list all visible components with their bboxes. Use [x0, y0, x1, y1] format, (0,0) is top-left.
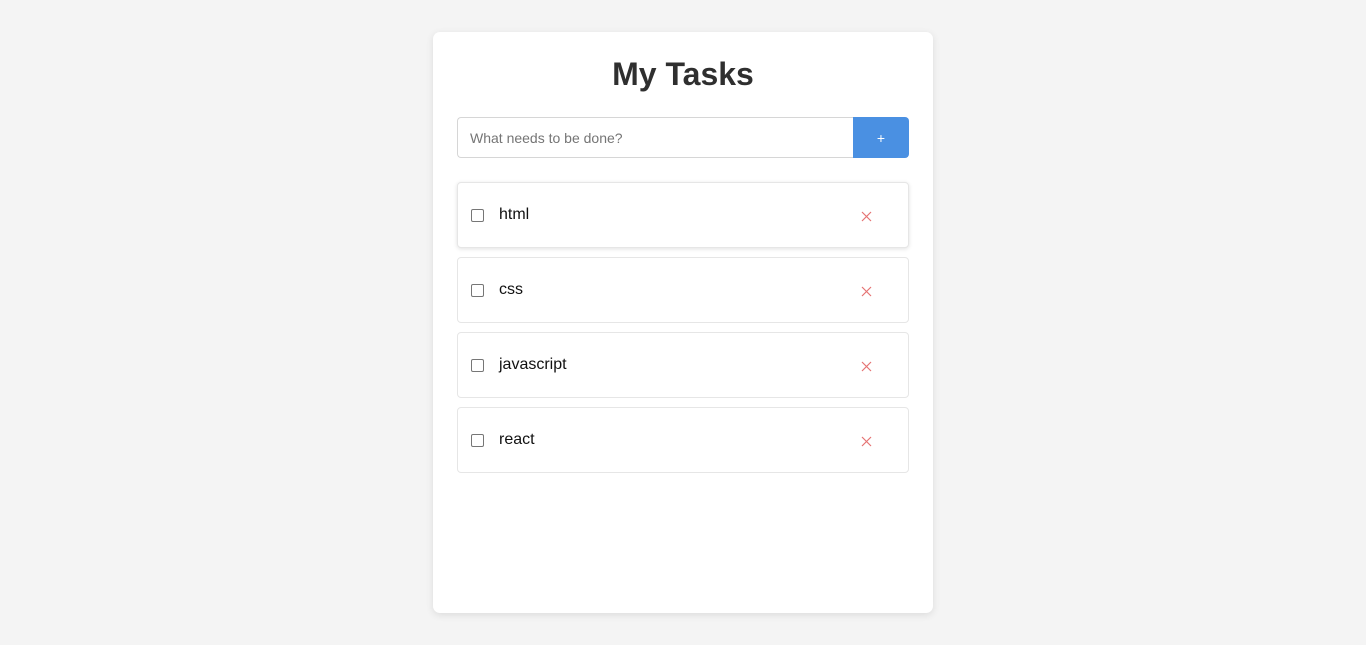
task-item: css	[457, 257, 909, 323]
delete-task-button[interactable]	[854, 205, 878, 227]
task-label: html	[499, 206, 530, 223]
task-input[interactable]	[457, 117, 853, 158]
delete-task-button[interactable]	[854, 430, 878, 452]
task-list: html css javascript react	[457, 182, 909, 482]
task-checkbox[interactable]	[471, 283, 484, 297]
close-icon	[861, 361, 871, 371]
task-label: css	[499, 281, 523, 298]
task-item: html	[457, 182, 909, 248]
close-icon	[861, 286, 871, 296]
task-checkbox[interactable]	[471, 358, 484, 372]
task-checkbox[interactable]	[471, 433, 484, 447]
todo-card: My Tasks + html css javascript	[433, 32, 933, 613]
task-label: react	[499, 431, 535, 448]
add-task-form: +	[457, 117, 909, 158]
close-icon	[861, 211, 871, 221]
task-item: react	[457, 407, 909, 473]
task-checkbox[interactable]	[471, 208, 484, 222]
close-icon	[861, 436, 871, 446]
task-label: javascript	[499, 356, 567, 373]
add-task-button[interactable]: +	[853, 117, 909, 158]
delete-task-button[interactable]	[854, 355, 878, 377]
delete-task-button[interactable]	[854, 280, 878, 302]
page-title: My Tasks	[612, 56, 754, 92]
task-item: javascript	[457, 332, 909, 398]
